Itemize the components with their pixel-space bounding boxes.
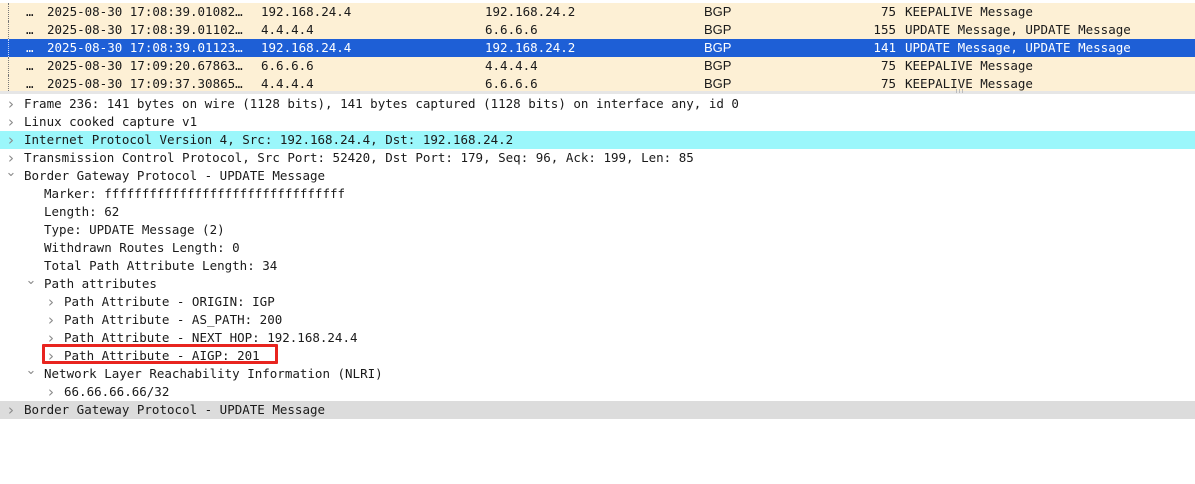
packet-time-cell: 2025-08-30 17:09:37.30865… xyxy=(47,76,243,91)
packet-source-cell: 4.4.4.4 xyxy=(261,22,314,37)
tree-item-label: 66.66.66.66/32 xyxy=(64,384,170,399)
packet-protocol-cell: BGP xyxy=(704,4,732,19)
tree-item[interactable]: › Frame 236: 141 bytes on wire (1128 bits… xyxy=(0,95,1195,113)
tree-item-label: Total Path Attribute Length: 34 xyxy=(44,258,278,273)
packet-protocol-cell: BGP xyxy=(704,40,732,55)
packet-time-cell: 2025-08-30 17:09:20.67863… xyxy=(47,58,243,73)
row-related-marker xyxy=(8,75,9,92)
tree-item-label: Path Attribute - AS_PATH: 200 xyxy=(64,312,283,327)
splitter-grip-icon[interactable] xyxy=(956,89,964,93)
tree-item[interactable]: ⌄ Border Gateway Protocol - UPDATE Messag… xyxy=(0,166,1195,185)
chevron-right-icon[interactable]: › xyxy=(5,131,17,149)
row-related-marker xyxy=(8,3,9,21)
packet-list[interactable]: … 2025-08-30 17:08:39.01082… 192.168.24.4 1… xyxy=(0,0,1195,92)
packet-protocol-cell: BGP xyxy=(704,22,732,37)
tree-item-label: Marker: ffffffffffffffffffffffffffffffff xyxy=(44,186,346,201)
tree-item[interactable]: › Linux cooked capture v1 xyxy=(0,113,1195,131)
packet-destination-cell: 4.4.4.4 xyxy=(485,58,538,73)
chevron-right-icon[interactable]: › xyxy=(5,95,17,113)
packet-info-cell: KEEPALIVE Message xyxy=(905,76,1033,91)
packet-row[interactable]: … 2025-08-30 17:08:39.01082… 192.168.24.4 1… xyxy=(0,3,1195,21)
packet-length-cell: 75 xyxy=(880,58,896,73)
chevron-right-icon[interactable]: › xyxy=(45,383,57,401)
packet-destination-cell: 6.6.6.6 xyxy=(485,76,538,91)
tree-item[interactable]: Withdrawn Routes Length: 0 xyxy=(0,239,1195,257)
tree-item-label: Path Attribute - ORIGIN: IGP xyxy=(64,294,275,309)
tree-item[interactable]: › Internet Protocol Version 4, Src: 192.1… xyxy=(0,131,1195,149)
packet-info-cell: KEEPALIVE Message xyxy=(905,4,1033,19)
aigp-annotation-box xyxy=(42,344,278,364)
tree-item[interactable]: ⌄ Path attributes xyxy=(0,274,1195,293)
tree-item-label: Withdrawn Routes Length: 0 xyxy=(44,240,240,255)
packet-no-cell: … xyxy=(26,22,34,37)
tree-item[interactable]: › Border Gateway Protocol - UPDATE Messag… xyxy=(0,401,1195,419)
tree-item[interactable]: › 66.66.66.66/32 xyxy=(0,383,1195,401)
packet-length-cell: 75 xyxy=(880,76,896,91)
tree-item[interactable]: › Path Attribute - ORIGIN: IGP xyxy=(0,293,1195,311)
packet-protocol-cell: BGP xyxy=(704,76,732,91)
row-related-marker xyxy=(8,39,9,57)
tree-item[interactable]: Total Path Attribute Length: 34 xyxy=(0,257,1195,275)
packet-time-cell: 2025-08-30 17:08:39.01123… xyxy=(47,40,243,55)
packet-row[interactable]: … 2025-08-30 17:09:20.67863… 6.6.6.6 4.4.4.… xyxy=(0,57,1195,75)
packet-source-cell: 6.6.6.6 xyxy=(261,58,314,73)
packet-source-cell: 192.168.24.4 xyxy=(261,4,352,19)
packet-source-cell: 4.4.4.4 xyxy=(261,76,314,91)
packet-destination-cell: 192.168.24.2 xyxy=(485,40,576,55)
row-related-marker xyxy=(8,21,9,39)
packet-destination-cell: 192.168.24.2 xyxy=(485,4,576,19)
packet-length-cell: 155 xyxy=(873,22,896,37)
chevron-right-icon[interactable]: › xyxy=(5,401,17,419)
tree-item[interactable]: Marker: ffffffffffffffffffffffffffffffff xyxy=(0,185,1195,203)
tree-item-label: Linux cooked capture v1 xyxy=(24,114,198,129)
packet-details-tree[interactable]: › Frame 236: 141 bytes on wire (1128 bits… xyxy=(0,94,1195,484)
chevron-down-icon[interactable]: ⌄ xyxy=(25,364,37,383)
chevron-down-icon[interactable]: ⌄ xyxy=(25,274,37,293)
chevron-down-icon[interactable]: ⌄ xyxy=(5,166,17,185)
tree-item-label: Frame 236: 141 bytes on wire (1128 bits)… xyxy=(24,96,739,111)
row-related-marker xyxy=(8,57,9,75)
packet-time-cell: 2025-08-30 17:08:39.01082… xyxy=(47,4,243,19)
chevron-right-icon[interactable]: › xyxy=(5,113,17,131)
tree-item-label: Path attributes xyxy=(44,276,157,291)
tree-item[interactable]: › Path Attribute - AS_PATH: 200 xyxy=(0,311,1195,329)
packet-length-cell: 141 xyxy=(873,40,896,55)
packet-protocol-cell: BGP xyxy=(704,58,732,73)
tree-item-label: Type: UPDATE Message (2) xyxy=(44,222,225,237)
packet-length-cell: 75 xyxy=(880,4,896,19)
packet-info-cell: UPDATE Message, UPDATE Message xyxy=(905,22,1131,37)
packet-row[interactable]: … 2025-08-30 17:09:37.30865… 4.4.4.4 6.6.6.… xyxy=(0,75,1195,92)
packet-info-cell: KEEPALIVE Message xyxy=(905,58,1033,73)
tree-item-label: Length: 62 xyxy=(44,204,120,219)
packet-info-cell: UPDATE Message, UPDATE Message xyxy=(905,40,1131,55)
tree-item-label: Network Layer Reachability Information (… xyxy=(44,366,383,381)
tree-item-label: Border Gateway Protocol - UPDATE Message xyxy=(24,168,326,183)
packet-row[interactable]: … 2025-08-30 17:08:39.01102… 4.4.4.4 6.6.6.… xyxy=(0,21,1195,39)
packet-no-cell: … xyxy=(26,58,34,73)
tree-item[interactable]: ⌄ Network Layer Reachability Information … xyxy=(0,364,1195,383)
packet-source-cell: 192.168.24.4 xyxy=(261,40,352,55)
tree-item-label: Internet Protocol Version 4, Src: 192.16… xyxy=(24,132,514,147)
tree-item[interactable]: Length: 62 xyxy=(0,203,1195,221)
chevron-right-icon[interactable]: › xyxy=(45,311,57,329)
packet-time-cell: 2025-08-30 17:08:39.01102… xyxy=(47,22,243,37)
packet-no-cell: … xyxy=(26,40,34,55)
chevron-right-icon[interactable]: › xyxy=(45,293,57,311)
packet-no-cell: … xyxy=(26,4,34,19)
tree-item[interactable]: Type: UPDATE Message (2) xyxy=(0,221,1195,239)
packet-destination-cell: 6.6.6.6 xyxy=(485,22,538,37)
tree-item-label: Transmission Control Protocol, Src Port:… xyxy=(24,150,694,165)
packet-row[interactable]: … 2025-08-30 17:08:39.01123… 192.168.24.4 1… xyxy=(0,39,1195,57)
tree-item[interactable]: › Transmission Control Protocol, Src Port… xyxy=(0,149,1195,167)
tree-item-label: Border Gateway Protocol - UPDATE Message xyxy=(24,402,326,417)
packet-no-cell: … xyxy=(26,76,34,91)
